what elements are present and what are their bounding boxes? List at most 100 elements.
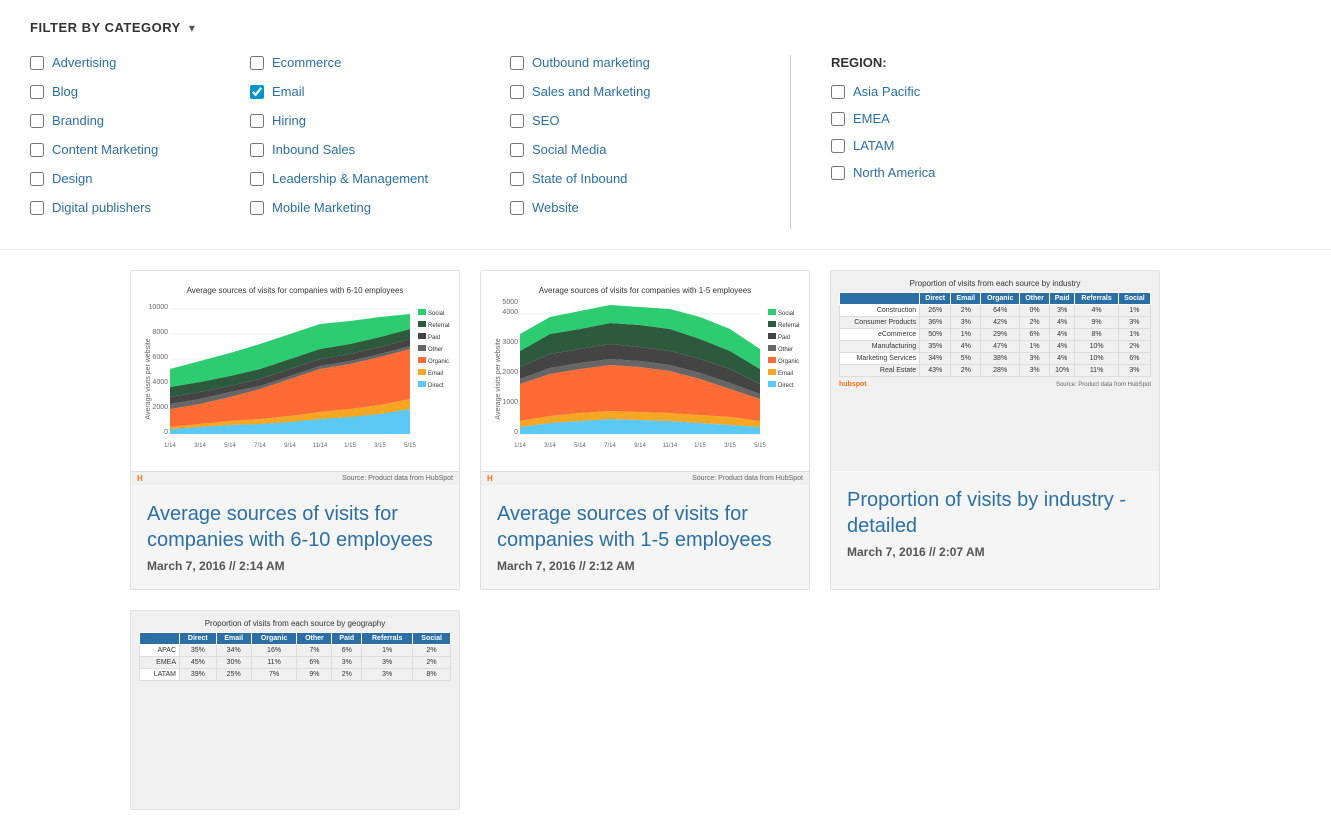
filter-item-branding[interactable]: Branding: [30, 113, 250, 128]
hubspot-bar-2: H Source: Product data from HubSpot: [481, 471, 809, 485]
checkbox-website[interactable]: [510, 201, 524, 215]
filter-item-seo[interactable]: SEO: [510, 113, 770, 128]
svg-text:5/15: 5/15: [404, 443, 416, 449]
filter-col-1: Advertising Blog Branding Content Market…: [30, 55, 250, 229]
card-geography[interactable]: Proportion of visits from each source by…: [130, 610, 460, 810]
svg-text:Paid: Paid: [428, 335, 440, 341]
checkbox-ecommerce[interactable]: [250, 56, 264, 70]
filter-item-mobile[interactable]: Mobile Marketing: [250, 200, 510, 215]
svg-text:Email: Email: [778, 371, 793, 377]
svg-text:Average sources of visits for: Average sources of visits for companies …: [539, 286, 751, 295]
chevron-down-icon: ▾: [189, 21, 195, 35]
filter-header[interactable]: FILTER BY CATEGORY ▾: [30, 20, 1301, 35]
card-title-1[interactable]: Average sources of visits for companies …: [147, 501, 443, 553]
card-image-6-10: Average sources of visits for companies …: [131, 271, 459, 471]
checkbox-seo[interactable]: [510, 114, 524, 128]
card-industry[interactable]: Proportion of visits from each source by…: [830, 270, 1160, 590]
label-digital: Digital publishers: [52, 200, 151, 215]
filter-item-inbound[interactable]: Inbound Sales: [250, 142, 510, 157]
filter-item-outbound[interactable]: Outbound marketing: [510, 55, 770, 70]
filter-item-digital[interactable]: Digital publishers: [30, 200, 250, 215]
checkbox-emea[interactable]: [831, 112, 845, 126]
svg-text:Other: Other: [778, 347, 793, 353]
checkbox-design[interactable]: [30, 172, 44, 186]
filter-item-advertising[interactable]: Advertising: [30, 55, 250, 70]
checkbox-asia[interactable]: [831, 85, 845, 99]
svg-text:11/14: 11/14: [313, 443, 328, 449]
checkbox-content[interactable]: [30, 143, 44, 157]
filter-item-leadership[interactable]: Leadership & Management: [250, 171, 510, 186]
checkbox-outbound[interactable]: [510, 56, 524, 70]
region-item-north[interactable]: North America: [831, 165, 1301, 180]
region-title: REGION:: [831, 55, 1301, 70]
filter-item-ecommerce[interactable]: Ecommerce: [250, 55, 510, 70]
card-content-3: Proportion of visits by industry - detai…: [831, 471, 1159, 575]
source-label-1: Source: Product data from HubSpot: [342, 475, 453, 482]
svg-text:1/15: 1/15: [694, 443, 706, 449]
filter-columns: Advertising Blog Branding Content Market…: [30, 55, 1301, 229]
card-image-geography: Proportion of visits from each source by…: [131, 611, 459, 810]
filter-item-email[interactable]: Email: [250, 84, 510, 99]
filter-item-state[interactable]: State of Inbound: [510, 171, 770, 186]
svg-text:Email: Email: [428, 371, 443, 377]
label-hiring: Hiring: [272, 113, 306, 128]
region-item-latam[interactable]: LATAM: [831, 138, 1301, 153]
filter-item-social[interactable]: Social Media: [510, 142, 770, 157]
svg-text:5/14: 5/14: [224, 443, 236, 449]
svg-text:6000: 6000: [152, 354, 168, 361]
checkbox-hiring[interactable]: [250, 114, 264, 128]
svg-text:5000: 5000: [502, 299, 518, 306]
region-divider: [790, 55, 791, 229]
checkbox-inbound[interactable]: [250, 143, 264, 157]
svg-text:4000: 4000: [152, 379, 168, 386]
filter-col-3: Outbound marketing Sales and Marketing S…: [510, 55, 770, 229]
label-sales: Sales and Marketing: [532, 84, 651, 99]
checkbox-mobile[interactable]: [250, 201, 264, 215]
filter-item-design[interactable]: Design: [30, 171, 250, 186]
label-leadership: Leadership & Management: [272, 171, 428, 186]
checkbox-social[interactable]: [510, 143, 524, 157]
filter-item-sales[interactable]: Sales and Marketing: [510, 84, 770, 99]
chart-6-10: Average sources of visits for companies …: [140, 279, 450, 464]
label-advertising: Advertising: [52, 55, 116, 70]
filter-item-content[interactable]: Content Marketing: [30, 142, 250, 157]
checkbox-digital[interactable]: [30, 201, 44, 215]
svg-text:0: 0: [164, 429, 168, 436]
region-item-emea[interactable]: EMEA: [831, 111, 1301, 126]
chart-1-5: Average sources of visits for companies …: [490, 279, 800, 464]
region-item-asia[interactable]: Asia Pacific: [831, 84, 1301, 99]
card-date-3: March 7, 2016 // 2:07 AM: [847, 545, 1143, 559]
filter-item-website[interactable]: Website: [510, 200, 770, 215]
checkbox-state[interactable]: [510, 172, 524, 186]
svg-text:10000: 10000: [149, 304, 169, 311]
checkbox-sales[interactable]: [510, 85, 524, 99]
card-title-3[interactable]: Proportion of visits by industry - detai…: [847, 487, 1143, 539]
checkbox-leadership[interactable]: [250, 172, 264, 186]
svg-text:8000: 8000: [152, 329, 168, 336]
svg-text:7/14: 7/14: [604, 443, 616, 449]
checkbox-email[interactable]: [250, 85, 264, 99]
label-social: Social Media: [532, 142, 606, 157]
card-6-10[interactable]: Average sources of visits for companies …: [130, 270, 460, 590]
card-title-2[interactable]: Average sources of visits for companies …: [497, 501, 793, 553]
region-section: REGION: Asia Pacific EMEA LATAM North Am…: [811, 55, 1301, 229]
filter-item-blog[interactable]: Blog: [30, 84, 250, 99]
svg-text:Direct: Direct: [428, 383, 444, 389]
label-inbound: Inbound Sales: [272, 142, 355, 157]
label-blog: Blog: [52, 84, 78, 99]
checkbox-blog[interactable]: [30, 85, 44, 99]
hubspot-bar-1: H Source: Product data from HubSpot: [131, 471, 459, 485]
checkbox-branding[interactable]: [30, 114, 44, 128]
checkbox-latam[interactable]: [831, 139, 845, 153]
label-branding: Branding: [52, 113, 104, 128]
filter-item-hiring[interactable]: Hiring: [250, 113, 510, 128]
card-1-5[interactable]: Average sources of visits for companies …: [480, 270, 810, 590]
label-content: Content Marketing: [52, 142, 158, 157]
svg-text:9/14: 9/14: [634, 443, 646, 449]
checkbox-advertising[interactable]: [30, 56, 44, 70]
hubspot-logo-2: H: [487, 474, 493, 483]
svg-text:Social: Social: [778, 311, 794, 317]
svg-text:3/15: 3/15: [724, 443, 736, 449]
checkbox-north[interactable]: [831, 166, 845, 180]
svg-text:4000: 4000: [502, 309, 518, 316]
